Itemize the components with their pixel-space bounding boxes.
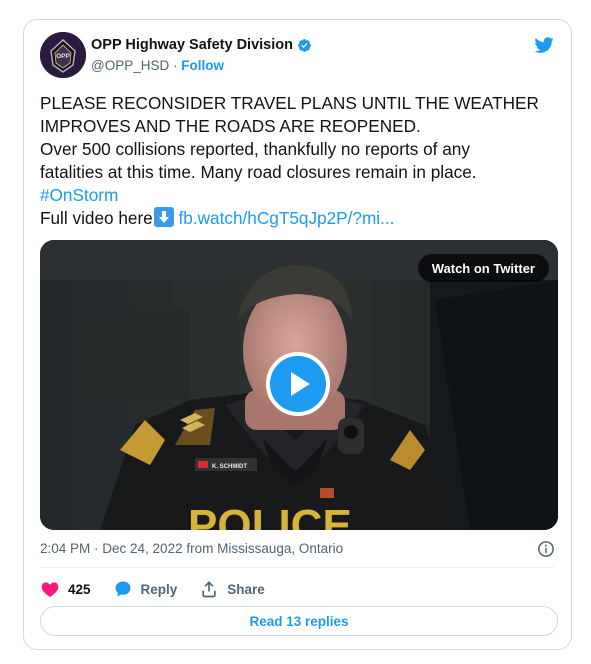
- tweet-card: OPP OPP Highway Safety Division @OPP_HSD…: [23, 19, 572, 650]
- share-icon: [202, 581, 216, 598]
- play-icon: [291, 372, 310, 396]
- down-arrow-icon: [153, 207, 174, 227]
- full-video-label: Full video here: [40, 208, 153, 228]
- handle-row: @OPP_HSD · Follow: [91, 58, 224, 73]
- divider: [40, 567, 555, 568]
- play-button[interactable]: [266, 352, 330, 416]
- action-bar: 425 Reply Share: [40, 577, 287, 601]
- reply-label: Reply: [140, 581, 178, 597]
- reply-button[interactable]: Reply: [113, 579, 178, 599]
- verified-badge-icon: [298, 38, 311, 52]
- like-button[interactable]: 425: [40, 579, 91, 599]
- tweet-line-3: Over 500 collisions reported, thankfully…: [40, 139, 470, 159]
- tweet-text: PLEASE RECONSIDER TRAVEL PLANS UNTIL THE…: [40, 92, 565, 230]
- author-name[interactable]: OPP Highway Safety Division: [91, 37, 293, 53]
- tweet-timestamp[interactable]: 2:04 PM · Dec 24, 2022 from Mississauga,…: [40, 541, 343, 556]
- tweet-line-1: PLEASE RECONSIDER TRAVEL PLANS UNTIL THE…: [40, 93, 539, 113]
- watch-on-twitter-button[interactable]: Watch on Twitter: [417, 254, 549, 282]
- info-icon[interactable]: [537, 540, 555, 558]
- handle-separator: ·: [173, 58, 178, 73]
- avatar[interactable]: OPP: [40, 32, 86, 78]
- share-label: Share: [227, 581, 265, 597]
- speech-bubble-icon: [115, 581, 131, 597]
- video-player[interactable]: K. SCHMIDT POLICE Watch on Twitter: [40, 240, 558, 530]
- hashtag-link[interactable]: #OnStorm: [40, 185, 118, 205]
- avatar-text: OPP: [56, 53, 70, 60]
- heart-icon: [41, 582, 59, 597]
- twitter-bird-icon[interactable]: [532, 35, 556, 55]
- author-name-row[interactable]: OPP Highway Safety Division: [91, 37, 312, 53]
- share-button[interactable]: Share: [199, 579, 265, 599]
- tweet-line-4: fatalities at this time. Many road closu…: [40, 162, 477, 182]
- vest-text: POLICE: [188, 501, 352, 530]
- tweet-line-2: IMPROVES AND THE ROADS ARE REOPENED.: [40, 116, 421, 136]
- like-count: 425: [68, 581, 91, 597]
- officer-badge-name: K. SCHMIDT: [212, 464, 247, 470]
- read-replies-button[interactable]: Read 13 replies: [40, 606, 558, 636]
- author-handle[interactable]: @OPP_HSD: [91, 58, 169, 73]
- follow-link[interactable]: Follow: [181, 58, 224, 73]
- video-link[interactable]: fb.watch/hCgT5qJp2P/?mi...: [179, 208, 395, 228]
